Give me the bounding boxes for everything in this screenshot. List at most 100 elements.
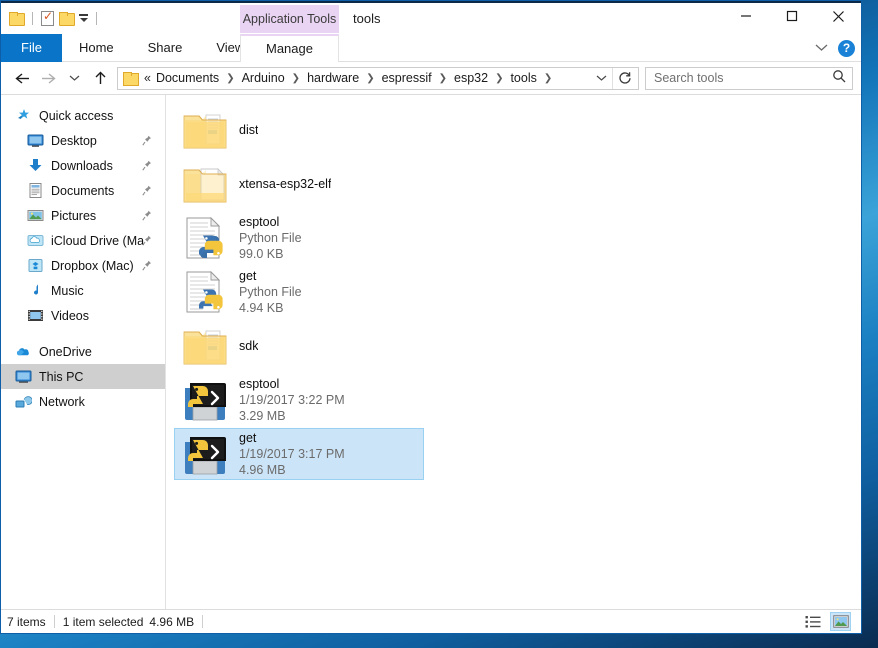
list-item[interactable]: esptool Python File 99.0 KB <box>174 212 424 264</box>
status-separator <box>202 615 203 628</box>
downloads-icon <box>27 157 44 174</box>
videos-icon <box>27 307 44 324</box>
breadcrumb-folder-icon <box>123 72 138 85</box>
customize-qat-caret-icon[interactable] <box>79 14 88 22</box>
up-button[interactable] <box>87 65 113 91</box>
sidebar-item-label: Network <box>39 395 85 409</box>
file-explorer-window: Application Tools tools File Home Share … <box>0 0 862 634</box>
maximize-button[interactable] <box>769 1 815 31</box>
sidebar-item-this-pc[interactable]: This PC <box>1 364 165 389</box>
tab-file[interactable]: File <box>1 34 62 62</box>
quick-access-star-icon <box>15 107 32 124</box>
tab-share[interactable]: Share <box>131 34 200 62</box>
list-item[interactable]: esptool 1/19/2017 3:22 PM 3.29 MB <box>174 374 424 426</box>
tab-home[interactable]: Home <box>62 34 131 62</box>
breadcrumb-chevron-icon[interactable]: ❯ <box>490 73 508 84</box>
address-bar: « Documents ❯ Arduino ❯ hardware ❯ espre… <box>1 62 861 94</box>
sidebar-item-downloads[interactable]: Downloads <box>1 153 165 178</box>
sidebar-item-label: Music <box>51 284 84 298</box>
sidebar-item-label: Pictures <box>51 209 96 223</box>
properties-icon[interactable] <box>41 11 54 26</box>
new-folder-icon[interactable] <box>59 12 74 25</box>
breadcrumb-chevron-icon[interactable]: ❯ <box>287 73 305 84</box>
this-pc-icon <box>15 368 32 385</box>
selection-count: 1 item selected <box>63 615 144 629</box>
search-input[interactable] <box>652 70 832 86</box>
item-count: 7 items <box>7 615 46 629</box>
file-list-view[interactable]: dist <box>166 95 861 609</box>
sidebar-item-dropbox[interactable]: Dropbox (Mac) <box>1 253 165 278</box>
item-meta: sdk <box>239 339 258 354</box>
icloud-drive-icon <box>27 232 44 249</box>
list-item[interactable]: sdk <box>174 320 424 372</box>
sidebar-item-onedrive[interactable]: OneDrive <box>1 339 165 364</box>
list-item-selected[interactable]: get 1/19/2017 3:17 PM 4.96 MB <box>174 428 424 480</box>
sidebar-group-quick-access[interactable]: Quick access <box>1 103 165 128</box>
details-view-button[interactable] <box>802 612 823 631</box>
item-name: sdk <box>239 339 258 354</box>
recent-locations-caret-icon[interactable] <box>61 65 87 91</box>
pin-icon[interactable] <box>142 260 152 271</box>
sidebar-item-music[interactable]: Music <box>1 278 165 303</box>
sidebar-item-desktop[interactable]: Desktop <box>1 128 165 153</box>
item-name: esptool <box>239 377 345 392</box>
sidebar-item-icloud-drive[interactable]: iCloud Drive (Ma <box>1 228 165 253</box>
sidebar-item-network[interactable]: Network <box>1 389 165 414</box>
search-icon[interactable] <box>832 69 846 88</box>
breadcrumb-item-documents[interactable]: Documents <box>154 71 221 85</box>
list-item[interactable]: get Python File 4.94 KB <box>174 266 424 318</box>
item-size: 4.94 KB <box>239 300 302 316</box>
window-controls <box>723 1 861 31</box>
pin-icon[interactable] <box>142 160 152 171</box>
python-file-icon <box>181 214 229 262</box>
item-meta: xtensa-esp32-elf <box>239 177 331 192</box>
breadcrumb-chevron-icon[interactable]: ❯ <box>361 73 379 84</box>
help-button[interactable]: ? <box>838 40 855 57</box>
sidebar-item-label: OneDrive <box>39 345 92 359</box>
pin-icon[interactable] <box>142 135 152 146</box>
item-size: 3.29 MB <box>239 408 345 424</box>
breadcrumb[interactable]: « Documents ❯ Arduino ❯ hardware ❯ espre… <box>117 67 639 90</box>
sidebar-divider <box>1 328 165 339</box>
item-name: xtensa-esp32-elf <box>239 177 331 192</box>
selection-size: 4.96 MB <box>149 615 194 629</box>
refresh-icon[interactable] <box>612 68 636 89</box>
breadcrumb-item-esp32[interactable]: esp32 <box>452 71 490 85</box>
breadcrumb-dropdown-icon[interactable] <box>590 68 612 89</box>
pin-icon[interactable] <box>142 235 152 246</box>
pin-icon[interactable] <box>142 210 152 221</box>
pin-to-quick-access-icon[interactable] <box>9 12 24 25</box>
window-title: tools <box>353 5 380 33</box>
list-item[interactable]: xtensa-esp32-elf <box>174 158 424 210</box>
item-name: esptool <box>239 215 302 230</box>
breadcrumb-overflow[interactable]: « <box>142 71 154 85</box>
breadcrumb-chevron-icon[interactable]: ❯ <box>434 73 452 84</box>
documents-icon <box>27 182 44 199</box>
close-button[interactable] <box>815 1 861 31</box>
status-bar: 7 items 1 item selected 4.96 MB <box>1 609 861 633</box>
sidebar-group-label: Quick access <box>39 109 113 123</box>
onedrive-cloud-icon <box>15 343 32 360</box>
pictures-icon <box>27 207 44 224</box>
sidebar-item-videos[interactable]: Videos <box>1 303 165 328</box>
breadcrumb-item-espressif[interactable]: espressif <box>380 71 434 85</box>
tab-manage[interactable]: Manage <box>240 34 339 62</box>
breadcrumb-item-hardware[interactable]: hardware <box>305 71 361 85</box>
minimize-button[interactable] <box>723 1 769 31</box>
back-button[interactable] <box>9 65 35 91</box>
breadcrumb-item-arduino[interactable]: Arduino <box>240 71 287 85</box>
breadcrumb-item-tools[interactable]: tools <box>508 71 538 85</box>
search-box[interactable] <box>645 67 853 90</box>
breadcrumb-chevron-icon[interactable]: ❯ <box>221 73 239 84</box>
sidebar-item-pictures[interactable]: Pictures <box>1 203 165 228</box>
list-item[interactable]: dist <box>174 104 424 156</box>
chevron-down-icon[interactable] <box>815 39 828 57</box>
pin-icon[interactable] <box>142 185 152 196</box>
item-size: 99.0 KB <box>239 246 302 262</box>
large-icons-view-button[interactable] <box>830 612 851 631</box>
forward-button[interactable] <box>35 65 61 91</box>
breadcrumb-chevron-icon[interactable]: ❯ <box>539 73 557 84</box>
exe-file-icon <box>181 376 229 424</box>
sidebar-item-documents[interactable]: Documents <box>1 178 165 203</box>
title-bar[interactable]: Application Tools tools <box>1 1 861 34</box>
